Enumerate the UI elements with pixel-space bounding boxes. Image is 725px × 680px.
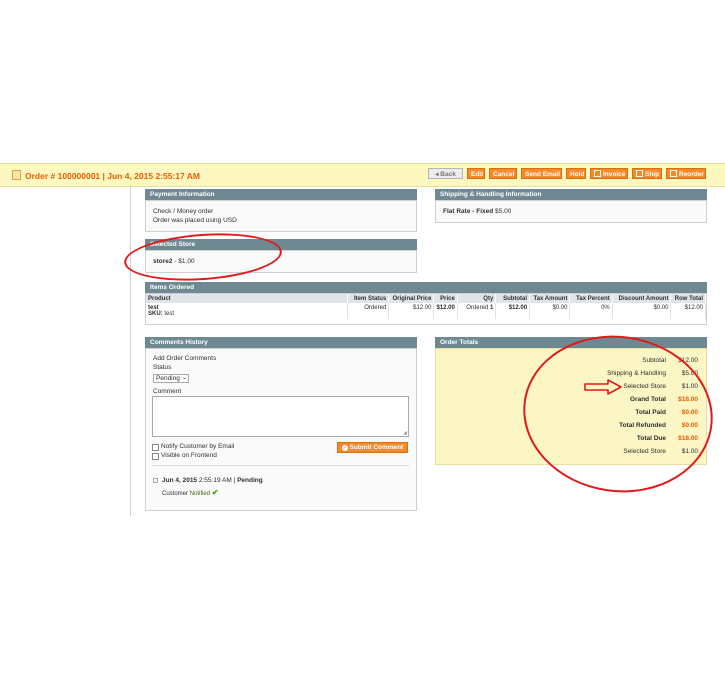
items-ordered-header: Items Ordered: [145, 282, 707, 293]
original-price-cell: $12.00: [388, 303, 435, 319]
col-tax-amount: Tax Amount: [529, 294, 571, 303]
qty-value: 1: [489, 305, 494, 311]
discount-cell: $0.00: [612, 303, 672, 319]
resize-handle-icon[interactable]: ◢: [403, 430, 407, 436]
annotation-ellipse-store: [122, 228, 284, 286]
status-select-value: Pending: [156, 375, 180, 382]
item-status-cell: Ordered: [347, 303, 390, 319]
invoice-button[interactable]: Invoice: [590, 168, 628, 179]
col-discount-amount: Discount Amount: [612, 294, 672, 303]
history-time: 2:55:19 AM: [198, 477, 232, 484]
history-bullet-icon: [153, 478, 158, 483]
back-button[interactable]: ◂ Back: [428, 168, 463, 179]
invoice-icon: [594, 170, 601, 177]
price-cell: $12.00: [433, 303, 458, 319]
tax-percent-cell: 0%: [569, 303, 613, 319]
status-label: Status: [153, 364, 172, 371]
back-label: Back: [440, 171, 456, 178]
qty-label: Ordered: [466, 305, 489, 311]
check-circle-icon: ✓: [341, 445, 348, 451]
order-document-icon: [12, 170, 21, 180]
cancel-label: Cancel: [493, 171, 515, 178]
shipping-method-label: Flat Rate - Fixed: [443, 208, 494, 215]
items-table-header-row: Product Item Status Original Price Price…: [146, 294, 706, 303]
payment-currency-note: Order was placed using USD: [153, 217, 237, 224]
cancel-button[interactable]: Cancel: [489, 168, 517, 179]
edit-label: Edit: [471, 171, 484, 178]
comments-history-header: Comments History: [145, 337, 417, 348]
send-email-button[interactable]: Send Email: [521, 168, 562, 179]
checkmark-icon: ✔: [211, 488, 219, 497]
history-notification: Customer Notified ✔: [162, 488, 218, 497]
reorder-label: Reorder: [679, 171, 704, 178]
left-column-divider: [130, 186, 131, 516]
history-status: Pending: [237, 477, 263, 484]
col-price: Price: [433, 294, 458, 303]
order-title-text: Order # 100000001 | Jun 4, 2015 2:55:17 …: [25, 171, 201, 181]
hold-label: Hold: [570, 171, 585, 178]
status-select[interactable]: Pending ⌄: [153, 374, 189, 383]
qty-cell: Ordered 1: [457, 303, 497, 319]
subtotal-cell: $12.00: [495, 303, 531, 319]
edit-button[interactable]: Edit: [467, 168, 485, 179]
col-product: Product: [146, 294, 348, 303]
notify-customer-label: Notify Customer by Email: [161, 443, 235, 450]
history-notified: Notified: [189, 491, 211, 497]
sku-label: SKU:: [148, 311, 163, 317]
invoice-label: Invoice: [603, 171, 626, 178]
shipping-method: Flat Rate - Fixed $5.00: [443, 208, 511, 215]
col-row-total: Row Total: [670, 294, 706, 303]
product-sku: SKU: test: [148, 311, 345, 317]
sku-value: test: [164, 311, 175, 317]
ship-icon: [636, 170, 643, 177]
payment-info-box: [145, 200, 417, 232]
submit-comment-button[interactable]: ✓ Submit Comment: [337, 442, 408, 453]
product-cell: test SKU: test: [146, 303, 348, 319]
reorder-icon: [670, 170, 677, 177]
comment-textarea[interactable]: ◢: [152, 396, 409, 437]
tax-amount-cell: $0.00: [529, 303, 571, 319]
col-subtotal: Subtotal: [495, 294, 531, 303]
table-row: test SKU: test Ordered $12.00 $12.00 Ord…: [146, 303, 706, 319]
history-customer-label: Customer: [162, 491, 189, 497]
col-tax-percent: Tax Percent: [569, 294, 613, 303]
visible-frontend-checkbox[interactable]: [152, 453, 159, 460]
send-email-label: Send Email: [525, 171, 561, 178]
history-entry: Jun 4, 2015 2:55:19 AM | Pending: [162, 477, 263, 484]
add-comments-label: Add Order Comments: [153, 355, 217, 362]
col-original-price: Original Price: [388, 294, 435, 303]
submit-comment-label: Submit Comment: [349, 444, 404, 451]
hold-button[interactable]: Hold: [566, 168, 586, 179]
shipping-method-price: $5.00: [495, 208, 512, 215]
chevron-down-icon: ⌄: [181, 375, 187, 381]
col-qty: Qty: [457, 294, 497, 303]
reorder-button[interactable]: Reorder: [666, 168, 706, 179]
payment-info-header: Payment Information: [145, 189, 417, 200]
shipping-info-header: Shipping & Handling Information: [435, 189, 707, 200]
history-date: Jun 4, 2015: [162, 477, 198, 484]
payment-method: Check / Money order: [153, 208, 214, 215]
comment-label: Comment: [153, 388, 182, 395]
col-item-status: Item Status: [347, 294, 390, 303]
row-total-cell: $12.00: [670, 303, 706, 319]
history-separator: |: [233, 477, 236, 484]
ship-button[interactable]: Ship: [632, 168, 662, 179]
ship-label: Ship: [645, 171, 660, 178]
comments-divider: [152, 465, 409, 466]
notify-customer-checkbox[interactable]: [152, 444, 159, 451]
visible-frontend-label: Visible on Frontend: [161, 452, 217, 459]
page-title: Order # 100000001 | Jun 4, 2015 2:55:17 …: [12, 170, 200, 181]
items-table: Product Item Status Original Price Price…: [146, 294, 706, 319]
